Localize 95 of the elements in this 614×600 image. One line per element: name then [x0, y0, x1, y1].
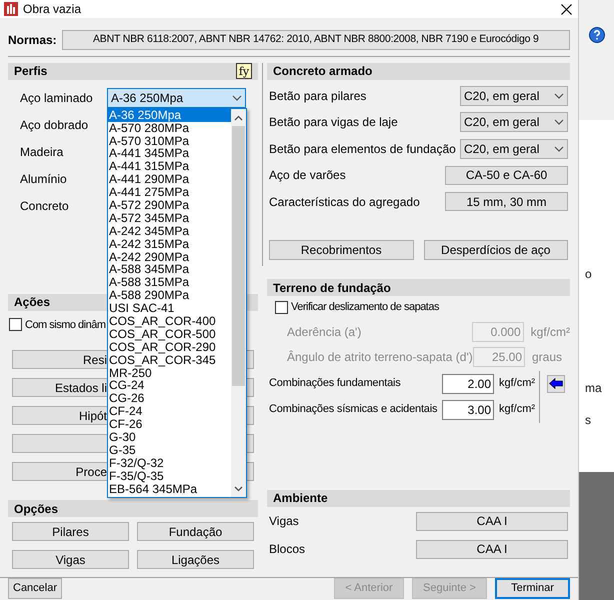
dropdown-option[interactable]: CF-24: [108, 405, 231, 418]
dialog-button[interactable]: Vigas: [12, 550, 129, 570]
chevron-down-icon[interactable]: [234, 486, 243, 492]
section-title: Ações: [14, 296, 50, 308]
dropdown-option[interactable]: A-242 345MPa: [108, 224, 231, 238]
row-label: Alumínio: [20, 171, 68, 188]
row-label: Betão para pilares: [269, 88, 366, 105]
checkbox-label: Com sismo dinâm: [25, 318, 106, 333]
dialog-button[interactable]: CAA I: [416, 540, 568, 559]
select-field[interactable]: C20, em geral: [460, 112, 568, 132]
dropdown-option[interactable]: G-35: [108, 444, 231, 457]
close-icon[interactable]: [561, 4, 572, 14]
chevron-up-icon[interactable]: [234, 114, 243, 121]
dropdown-option[interactable]: A-572 290MPa: [108, 198, 231, 212]
dropdown-option[interactable]: USI SAC-41: [108, 302, 231, 315]
dropdown-option[interactable]: F-32/Q-32: [108, 456, 231, 470]
row-label: Características do agregado: [269, 194, 420, 211]
fy-icon[interactable]: fy: [236, 63, 252, 80]
dropdown-option[interactable]: A-441 315MPa: [108, 160, 231, 174]
select-field[interactable]: A-36 250Mpa: [107, 88, 246, 108]
field-label: Aderência (a'): [287, 324, 362, 342]
dropdown-option[interactable]: A-588 345MPa: [108, 263, 231, 276]
checkbox-label: Verificar deslizamento de sapatas: [291, 300, 439, 316]
left-arrow-icon: [549, 378, 564, 390]
section-title: Terreno de fundação: [273, 282, 391, 294]
scrollbar[interactable]: [231, 108, 246, 497]
dialog-button[interactable]: 15 mm, 30 mm: [445, 192, 568, 212]
dropdown-option[interactable]: A-441 345MPa: [108, 147, 231, 160]
checkbox[interactable]: [275, 300, 288, 314]
normas-field: ABNT NBR 6118:2007, ABNT NBR 14762: 2010, ABNT NBR 8800:2008, NBR 7190 e Eurocódigo 9: [62, 30, 570, 50]
dropdown-option[interactable]: CF-26: [108, 418, 231, 431]
footer-button[interactable]: Terminar: [495, 578, 570, 600]
dropdown-option[interactable]: A-441 290MPa: [108, 173, 231, 186]
row-label: Aço dobrado: [20, 117, 90, 134]
dropdown-option[interactable]: MR-250: [108, 366, 231, 380]
normas-label: Normas:: [8, 32, 57, 49]
checkbox[interactable]: [9, 318, 22, 332]
chevron-down-icon: [554, 146, 564, 152]
dropdown-option[interactable]: CG-26: [108, 392, 231, 406]
row-label: Betão para vigas de laje: [269, 114, 398, 132]
row-label: Aço de varões: [269, 167, 346, 184]
chevron-down-icon: [554, 119, 564, 126]
section-title: Opções: [14, 502, 58, 515]
dialog-button[interactable]: CAA I: [416, 512, 568, 531]
help-icon[interactable]: [588, 27, 604, 43]
unit-label: graus: [532, 349, 562, 366]
number-field[interactable]: 3.00: [442, 400, 494, 420]
row-label: Madeira: [20, 144, 64, 162]
row-label: Concreto: [20, 198, 70, 216]
section-title: Ambiente: [273, 492, 328, 504]
number-field[interactable]: 2.00: [442, 374, 494, 394]
dropdown-option[interactable]: G-30: [108, 430, 231, 444]
section-title: Perfis: [14, 65, 48, 78]
background-text: ma: [585, 380, 603, 397]
dropdown-option[interactable]: COS_AR_COR-500: [108, 328, 231, 341]
row-label: Blocos: [269, 541, 306, 558]
dropdown-option[interactable]: A-36 250Mpa: [108, 108, 231, 122]
background-text: o: [585, 266, 593, 283]
chevron-down-icon: [554, 92, 564, 99]
dropdown-option[interactable]: COS_AR_COR-345: [108, 354, 231, 367]
window-title: Obra vazia: [23, 1, 82, 18]
row-label: Vigas: [269, 513, 299, 530]
dropdown-option[interactable]: A-588 315MPa: [108, 276, 231, 290]
dialog-button[interactable]: Desperdícios de aço: [424, 240, 568, 260]
dropdown-option[interactable]: A-570 280MPa: [108, 122, 231, 134]
select-field[interactable]: C20, em geral: [460, 138, 568, 159]
chevron-down-icon: [232, 95, 242, 102]
dropdown-option[interactable]: A-242 315MPa: [108, 238, 231, 251]
row-label: Aço laminado: [20, 90, 94, 108]
unit-label: kgf/cm²: [499, 402, 536, 418]
select-field[interactable]: C20, em geral: [460, 86, 568, 106]
field-label: Combinações fundamentais: [268, 376, 402, 392]
dialog-button[interactable]: Pilares: [12, 522, 129, 542]
dropdown-option[interactable]: A-242 290MPa: [108, 250, 231, 264]
dropdown-option[interactable]: COS_AR_COR-400: [108, 314, 231, 328]
row-label: Betão para elementos de fundação: [269, 140, 456, 158]
dropdown-option[interactable]: A-441 275MPa: [108, 186, 231, 199]
dialog-button[interactable]: CA-50 e CA-60: [445, 166, 568, 185]
field-label: Combinações sísmicas e acidentais: [268, 402, 438, 418]
unit-label: kgf/cm²: [499, 376, 536, 392]
dialog-button[interactable]: Fundação: [137, 522, 254, 542]
arrow-button[interactable]: [547, 374, 566, 393]
dropdown-option[interactable]: A-570 310MPa: [108, 134, 231, 148]
dropdown-option[interactable]: A-572 345MPa: [108, 212, 231, 225]
dropdown-option[interactable]: EB-564 345MPa: [108, 482, 231, 496]
field-label: Ângulo de atrito terreno-sapata (d'): [287, 349, 473, 366]
dialog-button[interactable]: Recobrimentos: [269, 240, 414, 260]
background-text: s: [585, 412, 592, 429]
dialog-button[interactable]: Ligações: [137, 550, 254, 570]
dropdown-option[interactable]: A-588 290MPa: [108, 289, 231, 302]
section-title: Concreto armado: [273, 65, 372, 78]
footer-button[interactable]: Cancelar: [8, 578, 62, 600]
dropdown-option[interactable]: CG-24: [108, 379, 231, 392]
dropdown-option[interactable]: F-35/Q-35: [108, 470, 231, 483]
unit-label: kgf/cm²: [530, 324, 570, 342]
